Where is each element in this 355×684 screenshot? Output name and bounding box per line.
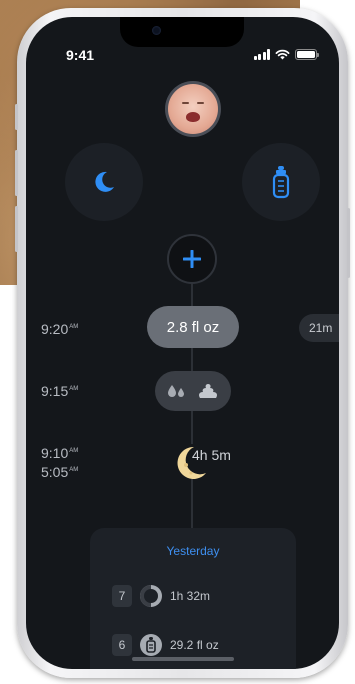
timeline-line <box>191 479 193 529</box>
wifi-icon <box>275 49 290 60</box>
volume-down-button <box>15 206 18 252</box>
feed-amount-label: 2.8 fl oz <box>166 318 220 336</box>
diaper-change-pill[interactable] <box>155 371 231 411</box>
side-duration-label: 21m <box>309 321 333 335</box>
card-title: Yesterday <box>166 544 220 558</box>
plus-icon <box>183 250 201 268</box>
baby-photo-avatar[interactable] <box>165 81 221 137</box>
feed-count: 6 <box>112 634 132 656</box>
entry-time-end: 5:05AM <box>41 464 79 480</box>
entry-time: 9:15AM <box>41 383 79 399</box>
yesterday-summary-card[interactable]: Yesterday 7 1h 32m 6 29.2 fl oz <box>90 528 296 669</box>
app-screen: 9:41 9:20AM 2.8 fl oz 21m 9:15AM 9:10AM … <box>26 17 339 669</box>
summary-row-feed[interactable]: 6 29.2 fl oz <box>112 634 219 656</box>
side-duration-pill[interactable]: 21m <box>299 314 339 342</box>
wet-diaper-icon <box>168 385 184 397</box>
status-time: 9:41 <box>66 47 95 63</box>
entry-time: 9:20AM <box>41 321 79 337</box>
bottle-icon <box>272 166 290 199</box>
summary-row-sleep[interactable]: 7 1h 32m <box>112 585 210 607</box>
sleep-count: 7 <box>112 585 132 607</box>
sleep-clock-icon <box>140 585 162 607</box>
sleep-duration-label: 4h 5m <box>192 447 231 463</box>
phone-frame: 9:41 9:20AM 2.8 fl oz 21m 9:15AM 9:10AM … <box>15 8 350 678</box>
poop-icon <box>199 384 217 398</box>
sleep-button[interactable] <box>65 143 143 221</box>
timeline-line <box>191 283 193 307</box>
feed-amount-pill[interactable]: 2.8 fl oz <box>147 306 239 348</box>
front-camera <box>152 26 161 35</box>
bottle-icon <box>140 634 162 656</box>
cellular-signal-icon <box>253 49 270 60</box>
moon-icon <box>95 171 114 192</box>
feeding-button[interactable] <box>242 143 320 221</box>
add-entry-button[interactable] <box>167 234 217 284</box>
volume-up-button <box>15 150 18 196</box>
notch <box>120 17 244 47</box>
home-indicator[interactable] <box>132 657 234 661</box>
power-button <box>347 208 350 278</box>
battery-icon <box>295 49 319 60</box>
feed-total: 29.2 fl oz <box>170 638 219 652</box>
status-icons <box>253 49 319 60</box>
mute-switch <box>15 104 18 130</box>
sleep-total: 1h 32m <box>170 589 211 603</box>
timeline-line <box>191 409 193 444</box>
timeline-line <box>191 347 193 373</box>
